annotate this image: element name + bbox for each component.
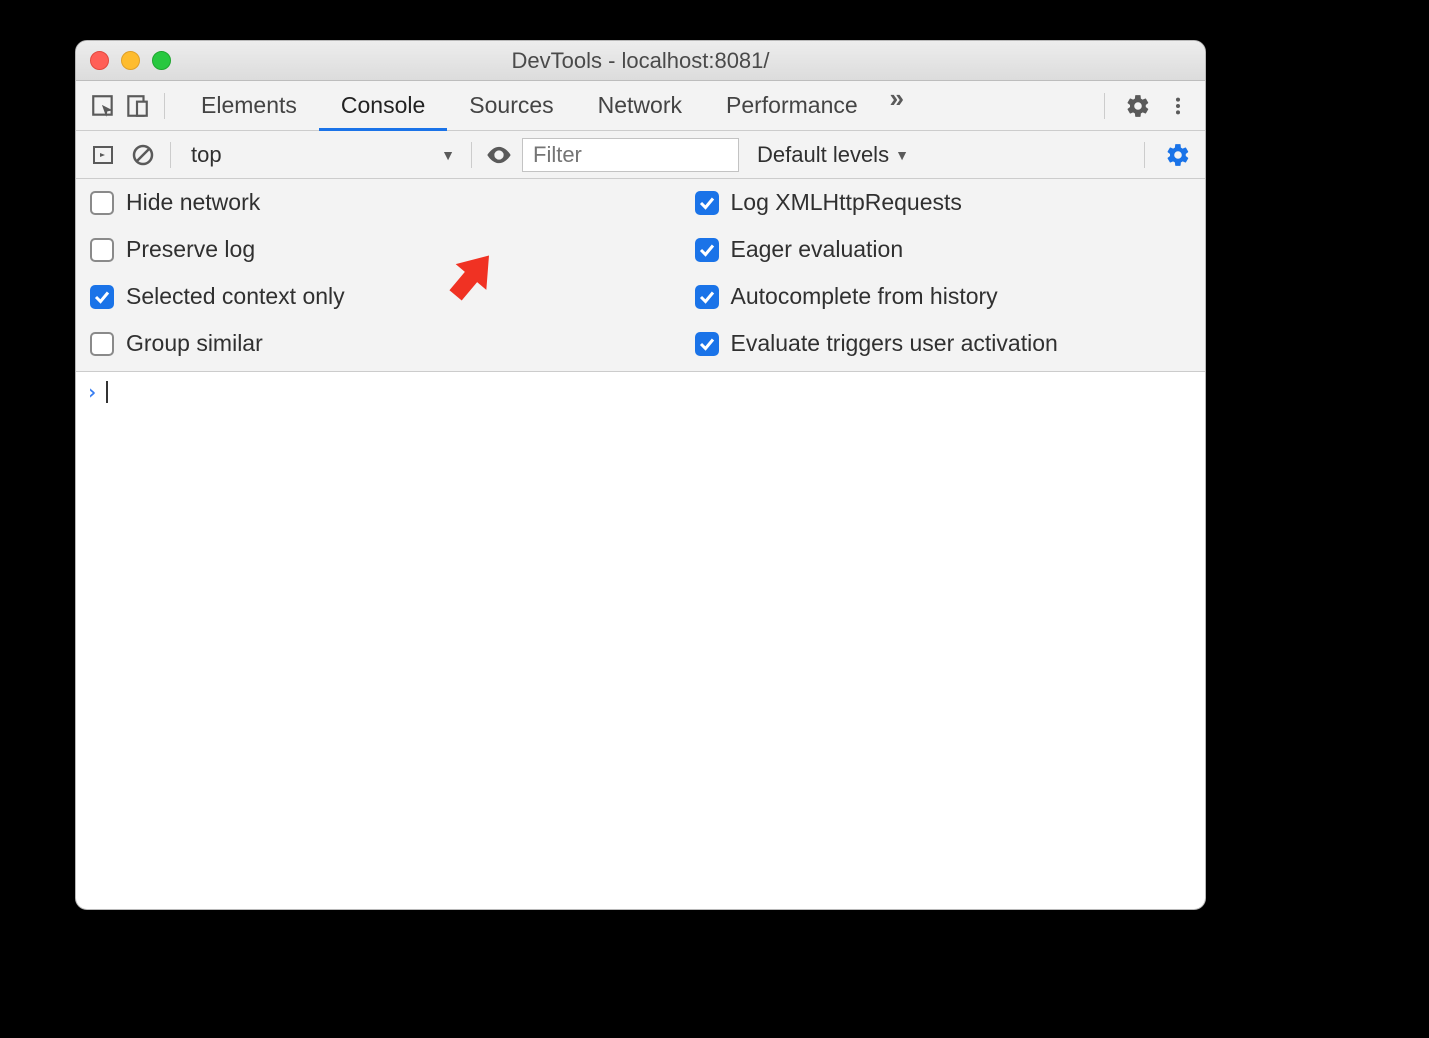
- checkbox-log-xhr[interactable]: Log XMLHttpRequests: [695, 189, 1192, 216]
- checkbox-box: [90, 285, 114, 309]
- maximize-window-button[interactable]: [152, 51, 171, 70]
- clear-console-icon[interactable]: [126, 138, 160, 172]
- tabstrip-right: [1094, 89, 1195, 123]
- prompt-chevron-icon: ›: [86, 380, 98, 404]
- window-title: DevTools - localhost:8081/: [76, 48, 1205, 74]
- checkbox-evaluate-user-activation[interactable]: Evaluate triggers user activation: [695, 330, 1192, 357]
- chevron-down-icon: ▼: [441, 147, 455, 163]
- divider: [164, 93, 165, 119]
- device-toolbar-icon[interactable]: [120, 89, 154, 123]
- checkbox-group-similar[interactable]: Group similar: [90, 330, 641, 357]
- checkbox-label: Evaluate triggers user activation: [731, 330, 1058, 357]
- panel-tabstrip: Elements Console Sources Network Perform…: [76, 81, 1205, 131]
- settings-left-column: Hide network Preserve log Selected conte…: [90, 189, 641, 357]
- console-settings-panel: Hide network Preserve log Selected conte…: [76, 179, 1205, 372]
- inspect-element-icon[interactable]: [86, 89, 120, 123]
- close-window-button[interactable]: [90, 51, 109, 70]
- tab-label: Console: [341, 92, 425, 119]
- checkbox-hide-network[interactable]: Hide network: [90, 189, 641, 216]
- divider: [471, 142, 472, 168]
- text-cursor: [106, 381, 108, 403]
- window-controls: [90, 51, 171, 70]
- context-selected-label: top: [191, 142, 222, 168]
- settings-gear-icon[interactable]: [1121, 89, 1155, 123]
- divider: [1104, 93, 1105, 119]
- divider: [1144, 142, 1145, 168]
- tab-sources[interactable]: Sources: [447, 81, 575, 130]
- checkbox-box: [695, 332, 719, 356]
- checkbox-label: Autocomplete from history: [731, 283, 998, 310]
- tab-label: Sources: [469, 92, 553, 119]
- panel-tabs: Elements Console Sources Network Perform…: [179, 81, 914, 130]
- checkbox-preserve-log[interactable]: Preserve log: [90, 236, 641, 263]
- checkbox-selected-context-only[interactable]: Selected context only: [90, 283, 641, 310]
- filter-input[interactable]: [522, 138, 739, 172]
- checkbox-label: Selected context only: [126, 283, 345, 310]
- checkbox-autocomplete-history[interactable]: Autocomplete from history: [695, 283, 1192, 310]
- checkbox-label: Preserve log: [126, 236, 255, 263]
- checkbox-eager-evaluation[interactable]: Eager evaluation: [695, 236, 1192, 263]
- checkbox-label: Log XMLHttpRequests: [731, 189, 962, 216]
- console-toolbar: top ▼ Default levels ▼: [76, 131, 1205, 179]
- checkbox-box: [695, 285, 719, 309]
- tab-elements[interactable]: Elements: [179, 81, 319, 130]
- checkbox-box: [90, 332, 114, 356]
- context-select[interactable]: top ▼: [181, 140, 461, 170]
- tab-label: Elements: [201, 92, 297, 119]
- tab-label: Network: [598, 92, 682, 119]
- kebab-menu-icon[interactable]: [1161, 89, 1195, 123]
- live-expression-eye-icon[interactable]: [482, 138, 516, 172]
- checkbox-label: Group similar: [126, 330, 263, 357]
- console-prompt[interactable]: ›: [86, 380, 1195, 404]
- checkbox-label: Hide network: [126, 189, 260, 216]
- divider: [170, 142, 171, 168]
- tab-console[interactable]: Console: [319, 81, 447, 130]
- chevron-down-icon: ▼: [895, 147, 909, 163]
- console-settings-gear-icon[interactable]: [1161, 138, 1195, 172]
- tab-network[interactable]: Network: [576, 81, 704, 130]
- titlebar: DevTools - localhost:8081/: [76, 41, 1205, 81]
- checkbox-label: Eager evaluation: [731, 236, 904, 263]
- checkbox-box: [90, 238, 114, 262]
- checkbox-box: [695, 238, 719, 262]
- checkbox-box: [695, 191, 719, 215]
- settings-right-column: Log XMLHttpRequests Eager evaluation Aut…: [641, 189, 1192, 357]
- checkbox-box: [90, 191, 114, 215]
- log-levels-select[interactable]: Default levels ▼: [757, 142, 909, 168]
- inspect-tools: [86, 89, 175, 123]
- log-levels-label: Default levels: [757, 142, 889, 168]
- tab-label: Performance: [726, 92, 858, 119]
- more-tabs-icon[interactable]: »: [880, 81, 914, 115]
- tab-performance[interactable]: Performance: [704, 81, 880, 130]
- devtools-window: DevTools - localhost:8081/ Elements Cons…: [75, 40, 1206, 910]
- console-output[interactable]: ›: [76, 372, 1205, 412]
- minimize-window-button[interactable]: [121, 51, 140, 70]
- console-sidebar-toggle-icon[interactable]: [86, 138, 120, 172]
